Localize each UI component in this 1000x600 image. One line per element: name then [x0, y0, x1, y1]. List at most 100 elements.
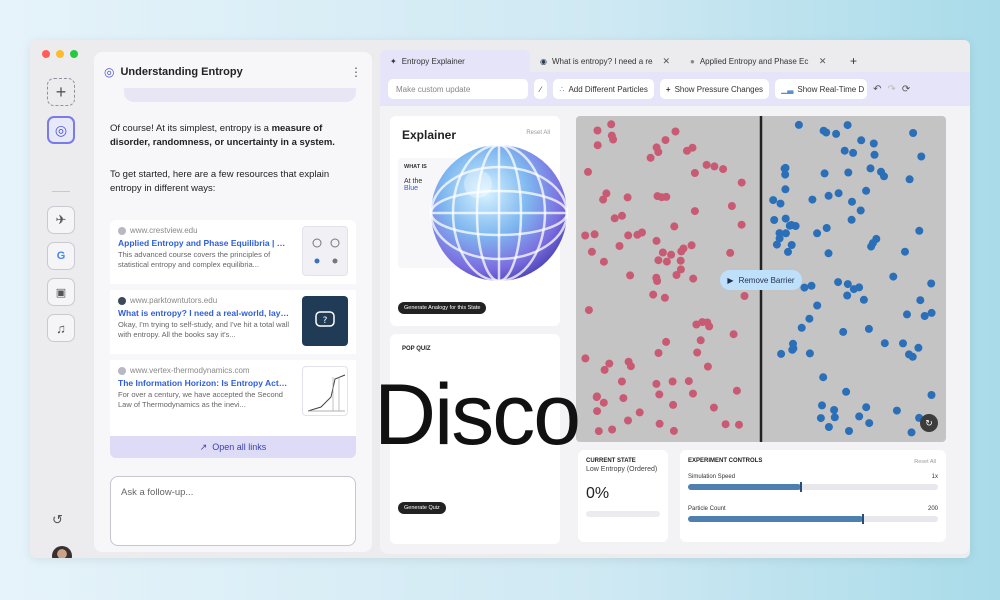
particle — [719, 165, 728, 174]
particle — [671, 127, 680, 136]
count-value: 200 — [927, 506, 938, 512]
particle-simulation[interactable]: ▶ Remove Barrier ↻ — [576, 116, 946, 442]
redo-icon[interactable]: ↷ — [887, 84, 895, 95]
chat-panel: ◎ Understanding Entropy ⋮ Of course! At … — [94, 52, 372, 552]
plus-icon: + — [55, 81, 67, 102]
particle — [909, 129, 918, 137]
more-options-icon[interactable]: ⋮ — [350, 65, 362, 79]
particle — [727, 202, 736, 210]
refresh-icon[interactable]: ↻ — [920, 414, 938, 432]
resource-title[interactable]: What is entropy? I need a real-world, la… — [118, 308, 290, 318]
shopping-icon: ▣ — [55, 286, 67, 299]
tab-entropy-explainer[interactable]: ✦ Entropy Explainer — [380, 50, 530, 72]
close-tab-icon[interactable]: ✕ — [819, 56, 827, 67]
remove-barrier-button[interactable]: ▶ Remove Barrier — [720, 270, 802, 290]
particle — [660, 293, 669, 302]
speed-slider-handle[interactable] — [799, 482, 802, 492]
particles-icon: ∴ — [559, 84, 565, 94]
particle — [805, 349, 814, 358]
particle — [903, 310, 911, 319]
particle — [832, 129, 841, 138]
history-icon[interactable]: ↺ — [52, 512, 63, 528]
close-window-button[interactable] — [42, 50, 50, 58]
new-tab-plus[interactable]: + — [840, 50, 867, 72]
open-all-links-label: Open all links — [212, 442, 267, 452]
rail-item-shopping[interactable]: ▣ — [47, 278, 75, 306]
close-tab-icon[interactable]: ✕ — [662, 56, 670, 67]
particle — [830, 406, 839, 414]
sync-icon[interactable]: ⟳ — [902, 84, 910, 95]
particle — [599, 257, 608, 266]
count-slider-handle[interactable] — [862, 514, 864, 524]
resource-card[interactable]: www.crestview.edu Applied Entropy and Ph… — [110, 220, 356, 284]
particle — [635, 408, 644, 417]
particle — [843, 291, 852, 300]
magic-wand-button[interactable]: ∕ — [534, 79, 548, 99]
particle — [813, 229, 822, 238]
particle — [661, 136, 670, 145]
particle — [676, 256, 685, 265]
site-favicon-icon — [118, 226, 126, 235]
particle — [687, 241, 696, 250]
generate-quiz-button[interactable]: Generate Quiz — [398, 502, 446, 514]
tab-applied-entropy[interactable]: ● Applied Entropy and Phase Ec ✕ — [680, 50, 840, 72]
custom-update-input[interactable]: Make custom update — [388, 79, 528, 99]
rail-item-flights[interactable]: ✈ — [47, 206, 75, 234]
resource-card[interactable]: www.parktowntutors.edu What is entropy? … — [110, 290, 356, 354]
particle — [794, 120, 803, 129]
pressure-label: Show Pressure Changes — [674, 84, 764, 94]
count-slider[interactable] — [688, 514, 938, 524]
remove-barrier-label: Remove Barrier — [738, 275, 795, 285]
assistant-message: Of course! At its simplest, entropy is a… — [110, 122, 350, 150]
followup-input[interactable]: Ask a follow-up... — [110, 476, 356, 546]
rail-item-disco[interactable]: ◎ — [47, 116, 75, 144]
particle — [600, 365, 609, 374]
site-favicon-icon — [118, 366, 126, 375]
resource-title[interactable]: Applied Entropy and Phase Equilibria | C… — [118, 238, 290, 248]
controls-reset-link[interactable]: Reset All — [914, 459, 936, 465]
real-time-button[interactable]: ▁▃ Show Real-Time D — [775, 79, 868, 99]
resource-title[interactable]: The Information Horizon: Is Entropy Actu… — [118, 378, 290, 388]
particle — [908, 352, 917, 361]
particle — [655, 419, 664, 428]
speed-slider[interactable] — [688, 482, 938, 492]
tab-what-is-entropy[interactable]: ◉ What is entropy? I need a rea ✕ — [530, 50, 680, 72]
generate-analogy-button[interactable]: Generate Analogy for this State — [398, 302, 487, 314]
particle — [834, 278, 843, 287]
resource-card[interactable]: www.vertex-thermodynamics.com The Inform… — [110, 360, 356, 436]
molecule-diagram-icon — [312, 238, 340, 264]
particle — [834, 189, 843, 198]
new-tab-button[interactable]: + — [47, 78, 75, 106]
particle — [901, 247, 909, 256]
rail-item-google[interactable]: G — [47, 242, 75, 270]
resource-snippet: For over a century, we have accepted the… — [118, 390, 283, 409]
rail-item-music[interactable]: ♫ — [47, 314, 75, 342]
particle — [740, 292, 749, 300]
maximize-window-button[interactable] — [70, 50, 78, 58]
particle — [927, 308, 936, 317]
add-particles-button[interactable]: ∴ Add Different Particles — [553, 79, 654, 99]
current-state-label: CURRENT STATE — [586, 458, 636, 464]
particle — [593, 126, 602, 135]
minimize-window-button[interactable] — [56, 50, 64, 58]
particle — [608, 425, 617, 434]
particle — [607, 120, 616, 129]
custom-update-placeholder: Make custom update — [396, 84, 471, 94]
particle — [581, 231, 590, 240]
speed-value: 1x — [931, 474, 938, 480]
open-all-links-button[interactable]: ↗ Open all links — [110, 436, 356, 458]
particle — [789, 339, 797, 348]
particle — [655, 390, 664, 399]
particle — [732, 386, 741, 395]
particle — [776, 199, 785, 208]
undo-icon[interactable]: ↶ — [873, 84, 881, 95]
reset-all-link[interactable]: Reset All — [526, 130, 550, 136]
speed-label-row: Simulation Speed 1x — [688, 474, 938, 480]
count-label-row: Particle Count 200 — [688, 506, 938, 512]
avatar[interactable] — [52, 546, 72, 558]
particle — [916, 296, 925, 305]
particle — [693, 348, 702, 357]
previous-message-edge — [124, 88, 356, 102]
particle — [658, 248, 667, 257]
pressure-changes-button[interactable]: + Show Pressure Changes — [659, 79, 770, 99]
